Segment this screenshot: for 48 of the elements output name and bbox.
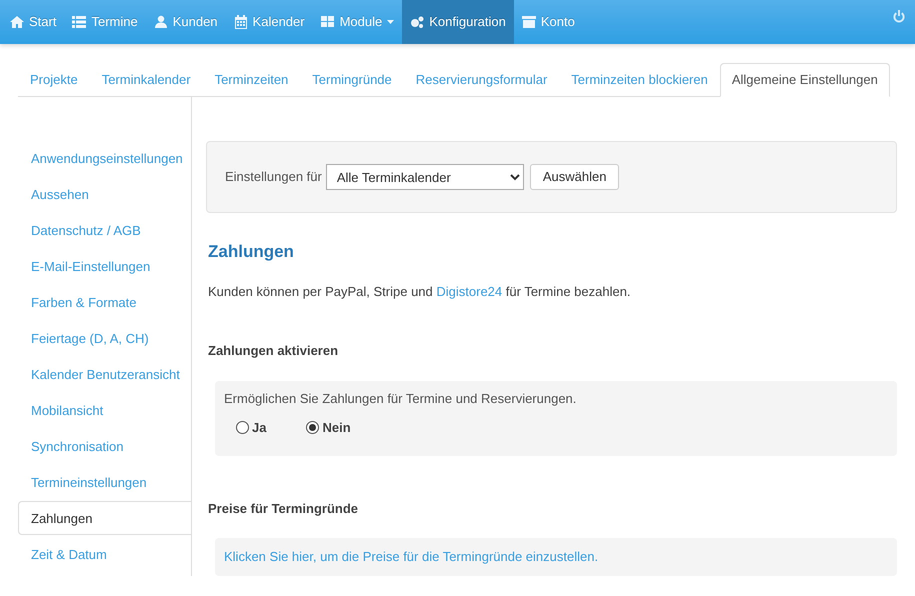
filter-label: Einstellungen für [225, 168, 322, 186]
prices-link[interactable]: Klicken Sie hier, um die Preise für die Termingründe einzustellen. [224, 549, 598, 564]
sidebar-item[interactable]: Zeit & Datum [18, 537, 191, 571]
sidebar-item[interactable]: E-Mail-Einstellungen [18, 249, 191, 283]
nav-item[interactable]: Konto [514, 0, 583, 44]
radio-option[interactable]: Ja [236, 418, 266, 438]
radio-label: Ja [252, 419, 266, 437]
sidebar-item[interactable]: Kalender Benutzeransicht [18, 357, 191, 391]
sidebar-item[interactable]: Zahlungen [18, 501, 191, 535]
home-icon [10, 15, 24, 29]
radio-button[interactable] [306, 421, 320, 434]
tab[interactable]: Reservierungsformular [404, 63, 560, 97]
calendar-icon [234, 15, 248, 29]
list-icon [72, 15, 86, 29]
subsection-title: Zahlungen aktivieren [208, 342, 340, 360]
tab[interactable]: Terminzeiten blockieren [559, 63, 720, 97]
sidebar-item[interactable]: Feiertage (D, A, CH) [18, 321, 191, 355]
setting-description: Ermöglichen Sie Zahlungen für Termine und Reservierungen. [224, 390, 578, 408]
tab[interactable]: Projekte [18, 63, 90, 97]
nav-item[interactable]: Module [312, 0, 402, 44]
archive-icon [522, 15, 536, 29]
sidebar-item[interactable]: Synchronisation [18, 429, 191, 463]
select-button[interactable]: Auswählen [530, 164, 620, 190]
tab[interactable]: Terminkalender [90, 63, 203, 97]
calendar-select[interactable]: Alle Terminkalender [326, 164, 524, 190]
nav-item[interactable]: Kunden [146, 0, 226, 44]
nav-item[interactable]: Konfiguration [402, 0, 514, 44]
sidebar-item[interactable]: Aussehen [18, 177, 191, 211]
tab[interactable]: Termingründe [300, 63, 404, 97]
nav-item[interactable]: Kalender [226, 0, 313, 44]
digistore-link[interactable]: Digistore24 [436, 284, 502, 298]
intro-text: Kunden können per PayPal, Stripe und Digistore24 für Termine bezahlen. [208, 282, 632, 301]
sidebar-item[interactable]: Termineinstellungen [18, 465, 191, 499]
tab[interactable]: Allgemeine Einstellungen [720, 63, 890, 97]
sidebar-item[interactable]: Anwendungseinstellungen [18, 141, 191, 175]
grid-icon [320, 15, 335, 29]
nav-item[interactable]: Termine [64, 0, 146, 44]
radio-label: Nein [322, 419, 351, 437]
sidebar-item[interactable]: Farben & Formate [18, 285, 191, 319]
sidebar-item[interactable]: Datenschutz / AGB [18, 213, 191, 247]
nav-item[interactable]: Start [2, 0, 64, 44]
sidebar-item[interactable]: Mobilansicht [18, 393, 191, 427]
radio-option[interactable]: Nein [306, 418, 351, 438]
section-title: Zahlungen [208, 241, 295, 263]
user-icon [154, 15, 168, 29]
subsection-title: Preise für Termingründe [208, 500, 360, 518]
radio-button[interactable] [236, 421, 249, 434]
tab[interactable]: Terminzeiten [202, 63, 300, 97]
